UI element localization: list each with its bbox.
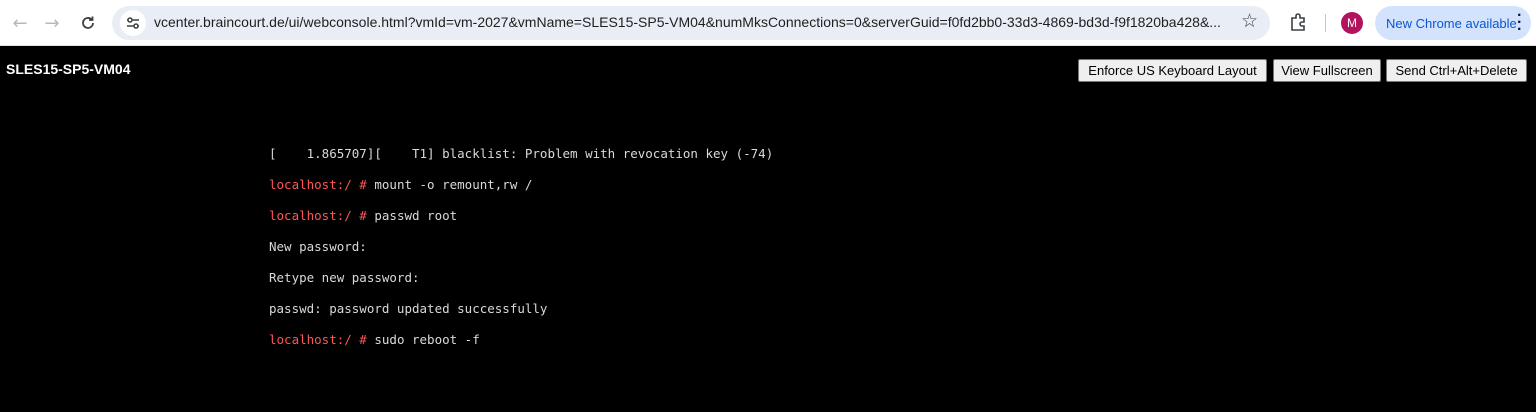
url-text[interactable]: vcenter.braincourt.de/ui/webconsole.html…	[154, 14, 1234, 30]
back-button[interactable]: ←	[6, 9, 34, 37]
site-info-button[interactable]	[120, 10, 146, 36]
forward-button[interactable]: →	[38, 9, 66, 37]
enforce-us-keyboard-button[interactable]: Enforce US Keyboard Layout	[1078, 59, 1267, 82]
reload-button[interactable]	[74, 9, 102, 37]
address-bar[interactable]: vcenter.braincourt.de/ui/webconsole.html…	[112, 6, 1270, 40]
profile-avatar[interactable]: M	[1341, 12, 1363, 34]
view-fullscreen-button[interactable]: View Fullscreen	[1273, 59, 1381, 82]
shell-prompt: localhost:/ #	[269, 207, 367, 223]
chrome-update-button[interactable]: New Chrome available · · ·	[1375, 6, 1531, 40]
console-header: SLES15-SP5-VM04 Enforce US Keyboard Layo…	[0, 46, 1536, 96]
terminal-line: localhost:/ # mount -o remount,rw /	[269, 176, 533, 192]
shell-prompt: localhost:/ #	[269, 331, 367, 347]
bookmark-star-icon[interactable]: ☆	[1241, 10, 1258, 32]
toolbar-divider	[1325, 14, 1326, 32]
arrow-left-icon: ←	[12, 12, 28, 34]
arrow-right-icon: →	[44, 12, 60, 34]
shell-prompt: localhost:/ #	[269, 176, 367, 192]
extensions-icon[interactable]	[1288, 11, 1310, 33]
terminal-line: New password:	[269, 238, 367, 254]
browser-toolbar: ← → vcenter.braincourt.de/ui/webconsole.…	[0, 0, 1536, 46]
more-menu-icon[interactable]: · · ·	[1517, 8, 1522, 38]
terminal-line: localhost:/ # sudo reboot -f	[269, 331, 480, 347]
vm-console-screen[interactable]: [ 1.865707][ T1] blacklist: Problem with…	[269, 130, 773, 363]
update-label: New Chrome available	[1386, 15, 1517, 31]
terminal-line: passwd: password updated successfully	[269, 300, 548, 316]
terminal-line: localhost:/ # passwd root	[269, 207, 458, 223]
vm-name-title: SLES15-SP5-VM04	[6, 61, 131, 77]
reload-icon	[82, 16, 94, 29]
terminal-line: Retype new password:	[269, 269, 420, 285]
terminal-line: [ 1.865707][ T1] blacklist: Problem with…	[269, 145, 774, 161]
avatar-initial: M	[1347, 16, 1357, 30]
tune-icon	[127, 17, 139, 29]
send-ctrl-alt-delete-button[interactable]: Send Ctrl+Alt+Delete	[1386, 59, 1527, 82]
